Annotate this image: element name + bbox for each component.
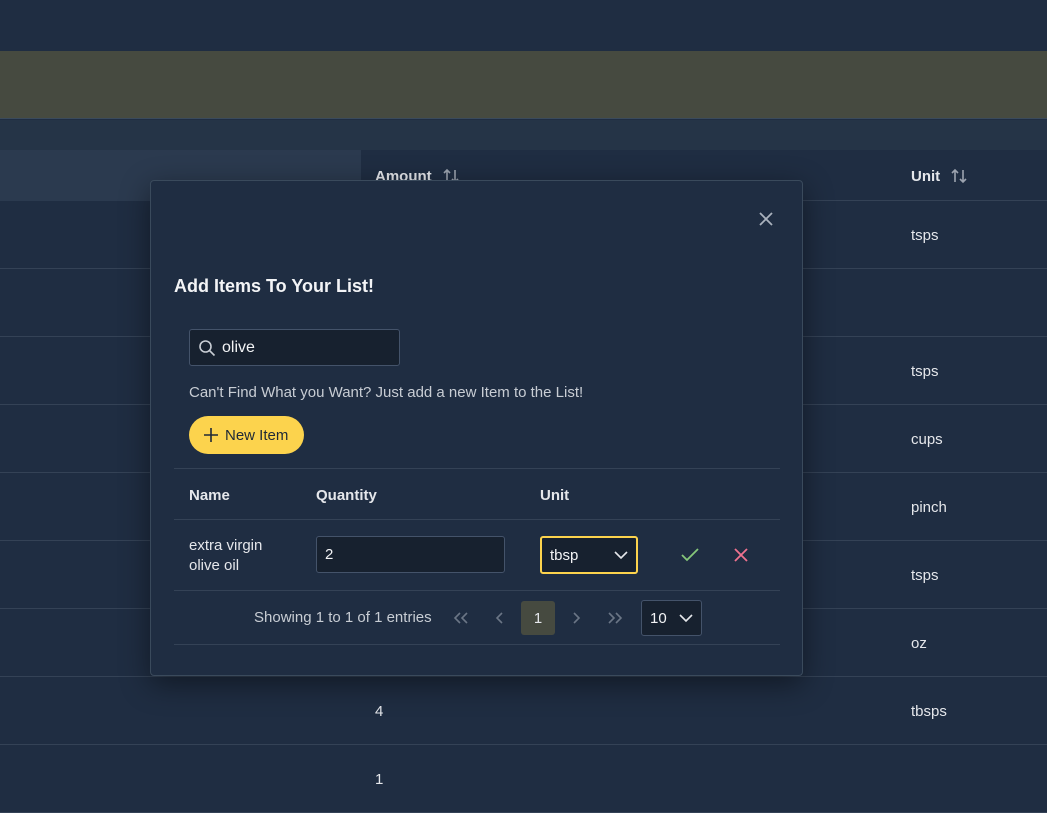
- prev-page-button[interactable]: [483, 601, 517, 635]
- hint-text: Can't Find What you Want? Just add a new…: [189, 384, 584, 401]
- chevron-left-icon: [495, 612, 503, 624]
- column-name: Name: [189, 487, 230, 504]
- plus-icon: [204, 428, 218, 442]
- row-unit: tbsps: [911, 703, 947, 720]
- header-unit-label: Unit: [911, 167, 941, 185]
- table-row: 1: [0, 745, 1047, 813]
- cancel-button[interactable]: [730, 544, 752, 566]
- search-input[interactable]: [222, 338, 392, 357]
- table-row: 4 tbsps: [0, 677, 1047, 745]
- chevron-down-icon: [679, 614, 693, 623]
- banner: [0, 51, 1047, 119]
- chevron-down-icon: [614, 551, 628, 560]
- quantity-input[interactable]: [316, 536, 505, 573]
- top-bar: [0, 0, 1047, 51]
- row-unit: tsps: [911, 227, 939, 244]
- sort-icon[interactable]: [950, 167, 968, 185]
- last-page-button[interactable]: [598, 601, 632, 635]
- close-icon[interactable]: [734, 548, 748, 562]
- new-item-button[interactable]: New Item: [189, 416, 305, 454]
- row-unit: tsps: [911, 363, 939, 380]
- item-name: extra virgin olive oil: [189, 537, 263, 574]
- check-icon[interactable]: [681, 548, 699, 562]
- row-amount: 4: [375, 703, 384, 720]
- pagination-info: Showing 1 to 1 of 1 entries: [254, 609, 432, 626]
- items-table-header: Name Quantity Unit: [174, 468, 780, 520]
- double-chevron-right-icon: [608, 612, 623, 624]
- items-table: Name Quantity Unit extra virgin olive oi…: [174, 468, 780, 645]
- first-page-button[interactable]: [444, 601, 478, 635]
- unit-dropdown[interactable]: tbsp: [540, 536, 638, 574]
- search-icon: [199, 339, 216, 356]
- rows-per-page-dropdown[interactable]: 10: [641, 600, 702, 636]
- table-row: extra virgin olive oil tbsp: [174, 520, 780, 591]
- close-icon[interactable]: [758, 211, 774, 227]
- close-button[interactable]: [753, 206, 779, 232]
- page-button-current[interactable]: 1: [521, 601, 555, 635]
- double-chevron-left-icon: [453, 612, 468, 624]
- row-unit: cups: [911, 431, 943, 448]
- header-unit[interactable]: Unit: [911, 167, 968, 185]
- row-amount: 1: [375, 771, 384, 788]
- unit-selected-value: tbsp: [550, 546, 579, 564]
- column-unit: Unit: [540, 487, 570, 504]
- confirm-button[interactable]: [679, 544, 701, 566]
- rows-per-page-value: 10: [650, 609, 667, 627]
- search-field[interactable]: [189, 329, 400, 366]
- row-unit: tsps: [911, 567, 939, 584]
- sub-bar: [0, 120, 1047, 150]
- new-item-label: New Item: [225, 426, 289, 444]
- row-unit: oz: [911, 635, 927, 652]
- modal-title: Add Items To Your List!: [174, 276, 375, 296]
- row-unit: pinch: [911, 499, 947, 516]
- column-quantity: Quantity: [316, 487, 377, 504]
- add-items-modal: Add Items To Your List! Can't Find What …: [150, 180, 803, 676]
- chevron-right-icon: [573, 612, 581, 624]
- next-page-button[interactable]: [559, 601, 593, 635]
- pagination: Showing 1 to 1 of 1 entries 1 10: [174, 591, 780, 645]
